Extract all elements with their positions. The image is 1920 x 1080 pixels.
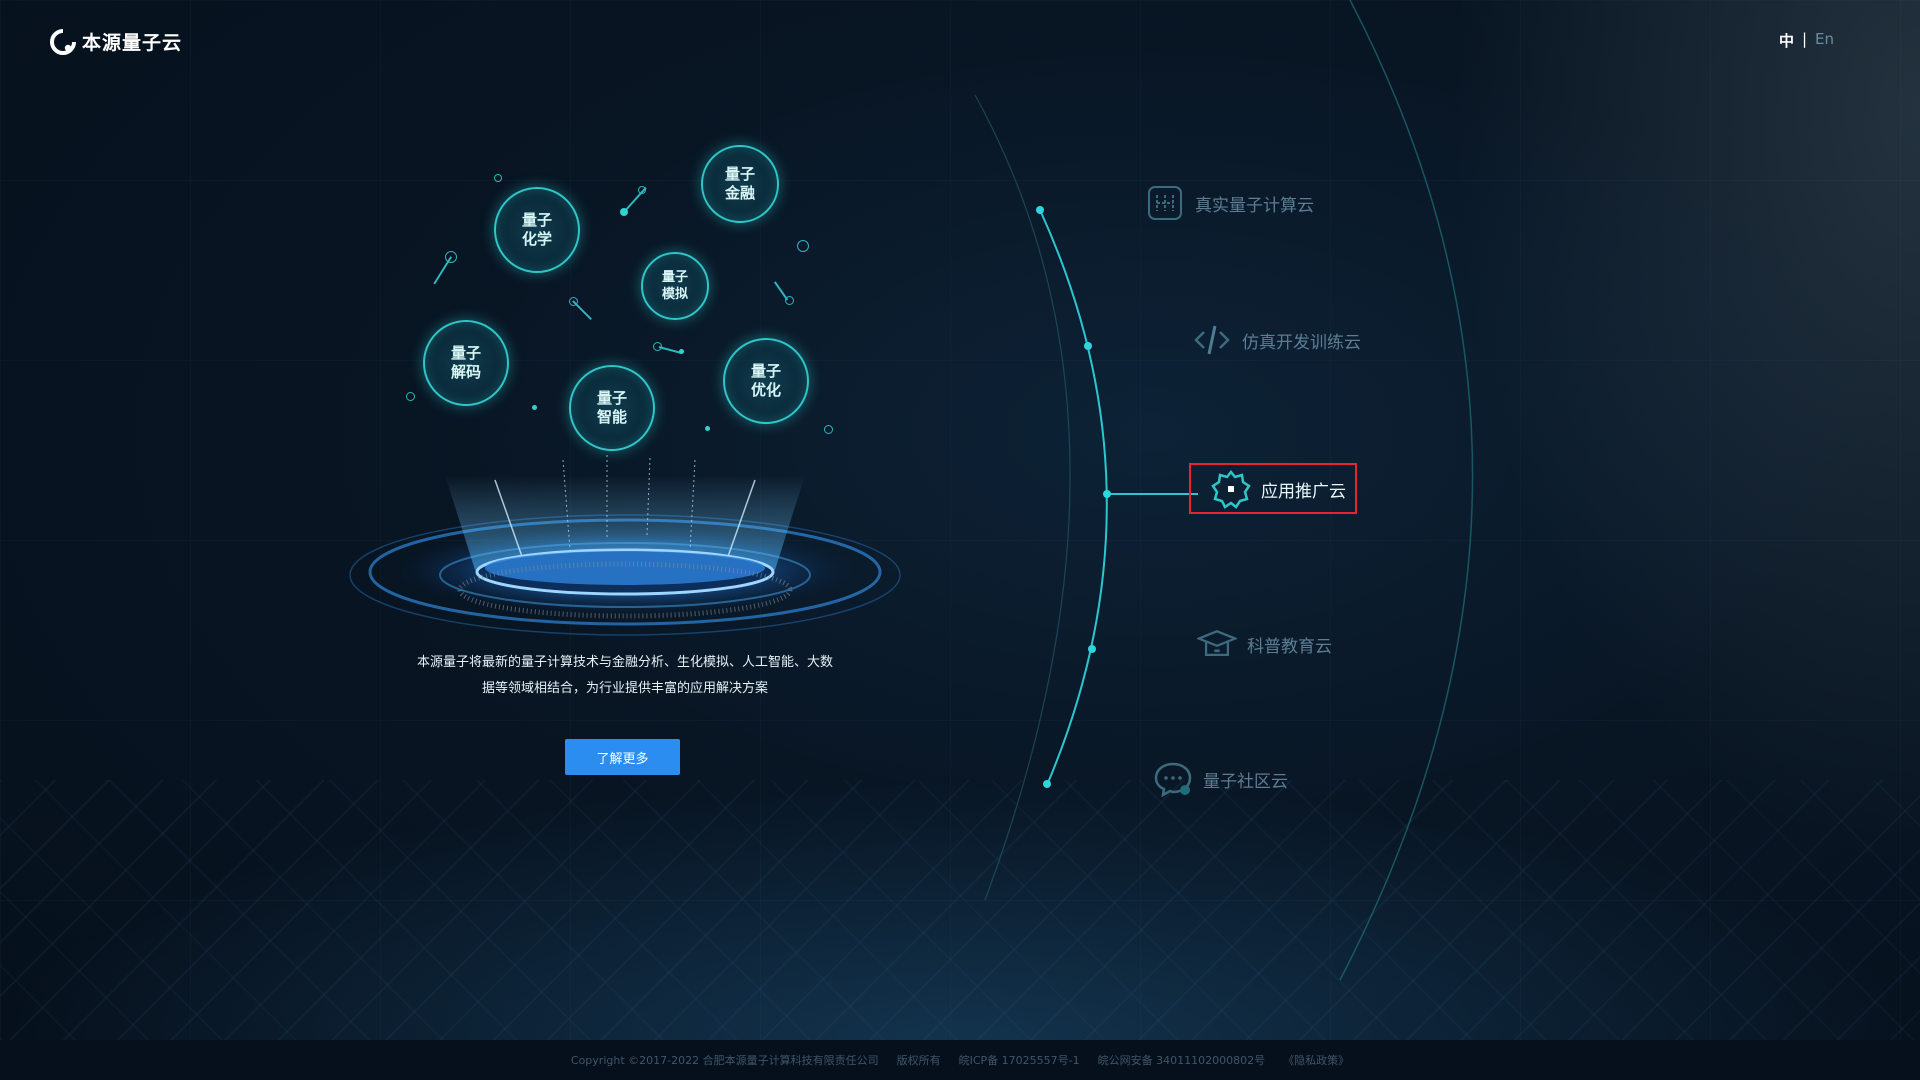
nav-label: 科普教育云 <box>1247 636 1332 657</box>
footer-police-link[interactable]: 皖公网安备 34011102000802号 <box>1098 1052 1265 1068</box>
nav-label: 仿真开发训练云 <box>1242 332 1361 353</box>
arc-node-2 <box>1084 342 1092 350</box>
footer-privacy-link[interactable]: 《隐私政策》 <box>1283 1052 1349 1068</box>
nav-label: 真实量子计算云 <box>1195 195 1314 216</box>
arc-node-1 <box>1036 206 1044 214</box>
nav-arc <box>974 0 1474 981</box>
nav-item-simulation-cloud[interactable]: 仿真开发训练云 <box>1192 320 1361 360</box>
footer-rights: 版权所有 <box>896 1054 941 1067</box>
nav-item-education-cloud[interactable]: 科普教育云 <box>1197 624 1332 664</box>
nav-label: 量子社区云 <box>1203 771 1288 792</box>
arc-node-4 <box>1088 645 1096 653</box>
footer: Copyright ©2017-2022 合肥本源量子计算科技有限责任公司 版权… <box>0 1040 1920 1080</box>
chip-icon <box>1145 183 1185 223</box>
arc-node-5 <box>1043 780 1051 788</box>
footer-copyright: Copyright ©2017-2022 合肥本源量子计算科技有限责任公司 <box>570 1054 879 1067</box>
nav-item-real-quantum-cloud[interactable]: 真实量子计算云 <box>1145 183 1314 223</box>
active-nav-highlight <box>1189 463 1357 514</box>
code-icon <box>1192 320 1232 360</box>
nav-item-community-cloud[interactable]: 量子社区云 <box>1153 759 1288 799</box>
graduation-cap-icon <box>1197 624 1237 664</box>
chat-icon <box>1153 759 1193 799</box>
footer-icp-link[interactable]: 皖ICP备 17025557号-1 <box>959 1052 1080 1068</box>
arc-node-3 <box>1103 490 1111 498</box>
